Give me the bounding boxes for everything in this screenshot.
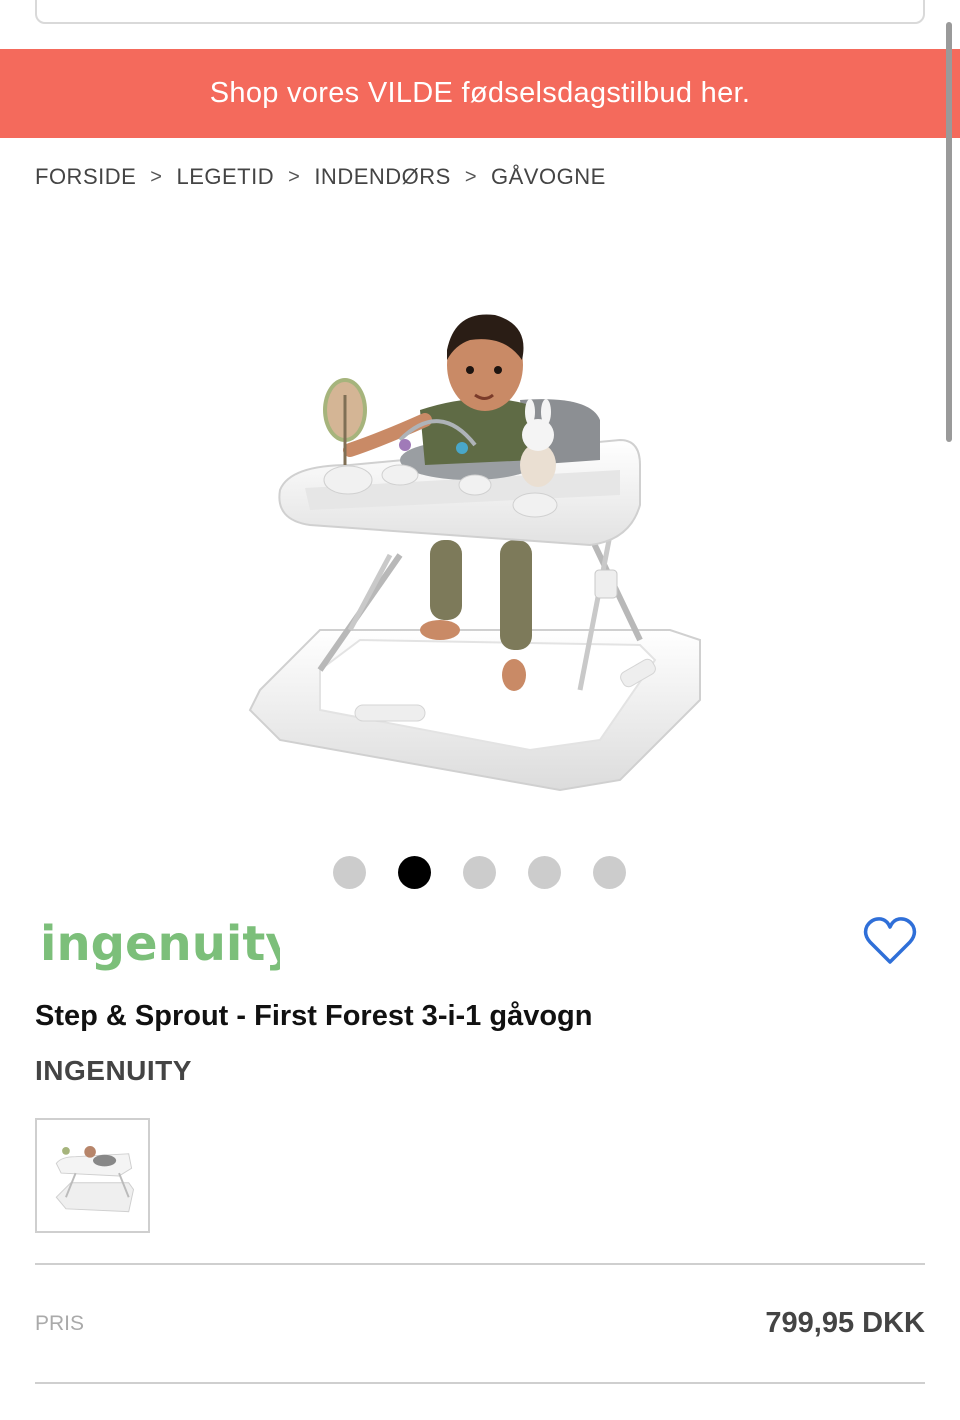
breadcrumb-item-forside[interactable]: FORSIDE	[35, 164, 136, 190]
promo-text: Shop vores VILDE fødselsdagstilbud her.	[209, 77, 751, 109]
carousel-dot-3[interactable]	[463, 856, 496, 889]
brand-logo[interactable]: ingenuity	[40, 915, 280, 985]
divider	[35, 1382, 925, 1384]
thumbnail-image	[55, 1146, 135, 1213]
carousel-dot-5[interactable]	[593, 856, 626, 889]
divider	[35, 1263, 925, 1265]
breadcrumb-separator: >	[288, 165, 301, 188]
breadcrumb-item-legetid[interactable]: LEGETID	[176, 164, 274, 190]
product-title: Step & Sprout - First Forest 3-i-1 gåvog…	[35, 1000, 593, 1032]
breadcrumb-item-gavogne[interactable]: GÅVOGNE	[491, 164, 606, 190]
promo-banner[interactable]: Shop vores VILDE fødselsdagstilbud her.	[0, 49, 960, 138]
carousel-dots	[333, 856, 626, 889]
carousel-dot-4[interactable]	[528, 856, 561, 889]
breadcrumb-separator: >	[464, 165, 478, 188]
product-thumbnail[interactable]	[35, 1118, 150, 1233]
breadcrumb-separator: >	[150, 165, 163, 188]
brand-logo-text: ingenuity	[40, 916, 280, 972]
price-label: PRIS	[35, 1312, 85, 1335]
carousel-dot-2-active[interactable]	[398, 856, 431, 889]
search-field[interactable]	[35, 0, 925, 24]
breadcrumb-item-indendors[interactable]: INDENDØRS	[314, 164, 451, 190]
breadcrumb: FORSIDE > LEGETID > INDENDØRS > GÅVOGNE	[35, 164, 606, 190]
price-value: 799,95 DKK	[765, 1307, 925, 1339]
carousel-dot-1[interactable]	[333, 856, 366, 889]
product-brand[interactable]: INGENUITY	[35, 1055, 192, 1087]
scrollbar[interactable]	[946, 22, 952, 442]
heart-icon[interactable]	[862, 915, 918, 967]
product-main-image[interactable]	[200, 300, 740, 810]
